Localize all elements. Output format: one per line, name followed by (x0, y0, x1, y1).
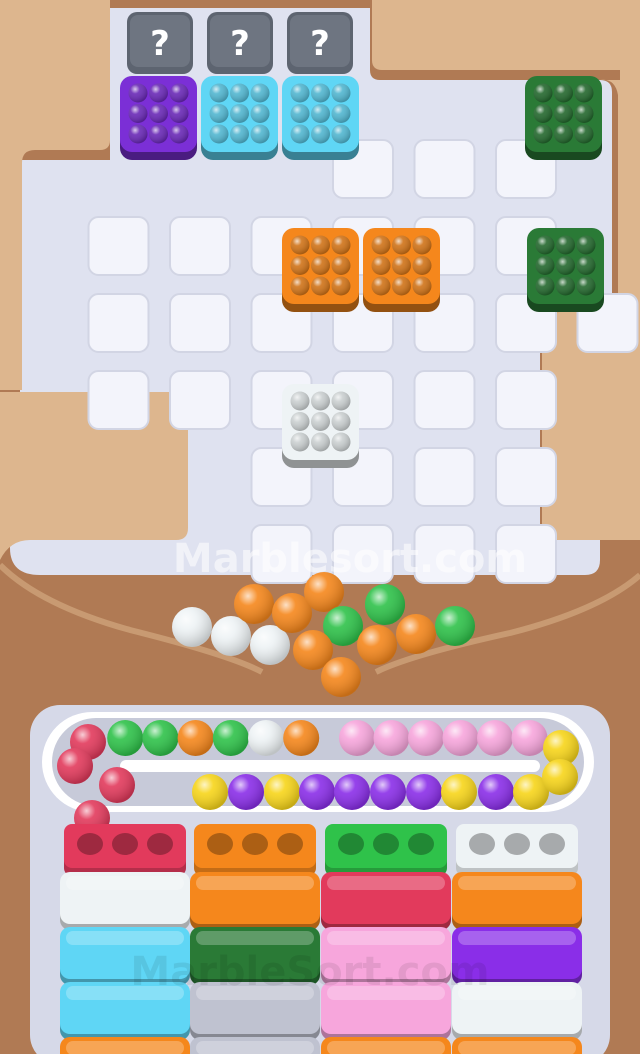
sort-column[interactable] (60, 824, 190, 1054)
watermark-text: Marblesort.com (173, 536, 527, 582)
board-tile (413, 370, 476, 430)
cyan-box-1[interactable] (201, 76, 278, 160)
mystery-box[interactable]: ? (287, 12, 353, 74)
orange-box-2[interactable] (363, 228, 440, 312)
question-mark-icon: ? (310, 24, 330, 64)
mystery-boxes: ??? (127, 12, 353, 74)
question-mark-icon: ? (150, 24, 170, 64)
mystery-box[interactable]: ? (207, 12, 273, 74)
sort-column[interactable] (452, 824, 582, 1054)
board-tile (169, 370, 231, 430)
sort-column[interactable] (190, 824, 320, 1054)
darkgreen-box-2[interactable] (527, 228, 604, 312)
board-tile (413, 447, 476, 507)
orange-box-1[interactable] (282, 228, 359, 312)
purple-box[interactable] (120, 76, 197, 160)
white-box[interactable] (282, 384, 359, 468)
watermark-bottom: MarbleSort.com (130, 949, 489, 995)
question-mark-icon: ? (230, 24, 250, 64)
mystery-box[interactable]: ? (127, 12, 193, 74)
board-tile (413, 139, 476, 199)
cyan-box-2[interactable] (282, 76, 359, 160)
board-tile (495, 370, 557, 430)
sort-column[interactable] (321, 824, 451, 1054)
board-tile (87, 370, 150, 430)
sand-wall-top-right (372, 0, 640, 70)
board-tile (169, 216, 231, 276)
board-tile (495, 447, 557, 507)
board-tile (87, 216, 150, 276)
game-scene: ??? Marblesort.com MarbleSort.com (0, 0, 640, 1054)
darkgreen-box-1[interactable] (525, 76, 602, 160)
board-tile (87, 293, 150, 353)
board-tile (169, 293, 231, 353)
